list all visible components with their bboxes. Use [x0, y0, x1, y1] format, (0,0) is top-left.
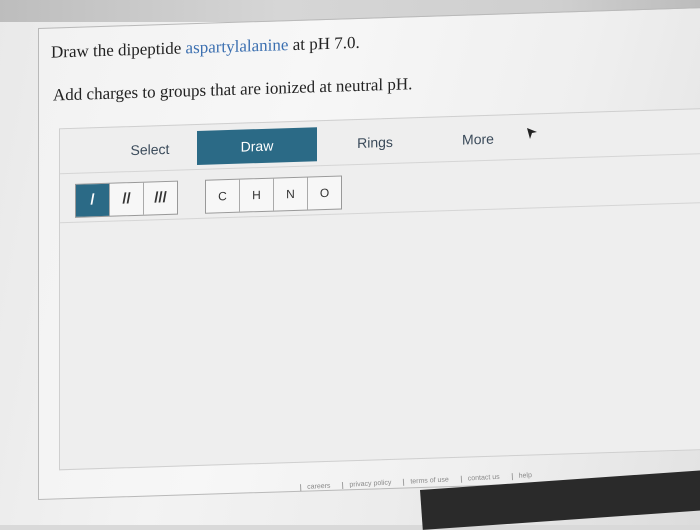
tab-select[interactable]: Select [95, 131, 205, 168]
tab-draw[interactable]: Draw [197, 127, 317, 166]
tab-rings[interactable]: Rings [320, 124, 430, 161]
double-bond-button[interactable]: // [110, 182, 144, 216]
atom-o-button[interactable]: O [308, 176, 341, 209]
atom-h-button[interactable]: H [240, 178, 274, 212]
question-card: Draw the dipeptide aspartylalanine at pH… [38, 6, 700, 501]
question-prefix: Draw the dipeptide [51, 38, 186, 62]
question-suffix: at pH 7.0. [288, 32, 360, 55]
single-bond-button[interactable]: / [76, 183, 110, 217]
footer-link-help[interactable]: help [511, 471, 539, 481]
page-background: Draw the dipeptide aspartylalanine at pH… [0, 0, 700, 530]
question-title: Draw the dipeptide aspartylalanine at pH… [51, 33, 360, 63]
atom-tool-group: C H N O [205, 175, 342, 214]
atom-n-button[interactable]: N [274, 177, 308, 211]
atom-c-button[interactable]: C [206, 179, 240, 213]
mouse-cursor-icon [527, 128, 537, 139]
triple-bond-button[interactable]: /// [144, 182, 177, 215]
drawing-canvas[interactable] [60, 203, 700, 470]
question-instructions: Add charges to groups that are ionized a… [53, 74, 413, 105]
tab-more[interactable]: More [428, 121, 528, 158]
question-term-link[interactable]: aspartylalanine [186, 35, 289, 57]
molecule-editor[interactable]: Select Draw Rings More / // /// C H N O [59, 107, 700, 471]
bond-tool-group: / // /// [75, 180, 178, 218]
